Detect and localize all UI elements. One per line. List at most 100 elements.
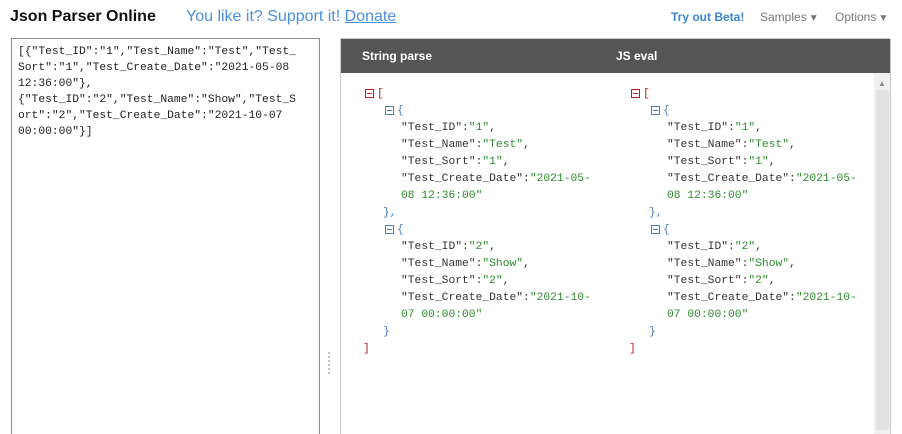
tab-js-eval[interactable]: JS eval	[616, 49, 657, 63]
json-key: "Test_Create_Date"	[401, 292, 524, 304]
options-dropdown[interactable]: Options ▼	[835, 10, 888, 24]
json-string-value: "Show"	[748, 258, 790, 270]
json-comma: ,	[502, 275, 510, 287]
json-key-value-row: "Test_Create_Date":"2021-10-	[401, 291, 591, 305]
collapse-minus-icon[interactable]	[651, 106, 660, 115]
object-close-brace: },	[383, 207, 397, 219]
json-comma: ,	[489, 122, 496, 134]
json-string-value: "1"	[734, 122, 756, 134]
chevron-down-icon: ▼	[808, 13, 819, 24]
support-text: You like it? Support it!	[186, 8, 341, 25]
json-key: "Test_ID"	[667, 241, 729, 253]
json-key-value-row: "Test_ID":"2",	[401, 240, 496, 254]
json-string-value: 08 12:36:00"	[667, 190, 749, 202]
input-line: [{"Test_ID":"1","Test_Name":"Test","Test…	[18, 46, 296, 58]
json-input-text: [{"Test_ID":"1","Test_Name":"Test","Test…	[18, 44, 319, 140]
json-colon: :	[462, 122, 469, 134]
output-tab-bar: String parse JS eval	[341, 39, 890, 73]
json-string-value: "Test"	[748, 139, 790, 151]
json-key-value-row: "Test_Name":"Show",	[401, 257, 530, 271]
json-key: "Test_Sort"	[401, 275, 476, 287]
json-string-value: "2"	[734, 241, 756, 253]
json-string-value: "2"	[482, 275, 503, 287]
json-key: "Test_ID"	[667, 122, 729, 134]
object-open-brace: {	[397, 105, 404, 117]
app-title: Json Parser Online	[10, 8, 156, 25]
object-close-brace: },	[649, 207, 663, 219]
array-open-bracket: [	[377, 88, 384, 100]
samples-dropdown[interactable]: Samples ▼	[760, 10, 819, 24]
json-key-value-row: "Test_Create_Date":"2021-10-	[667, 291, 857, 305]
json-key: "Test_Name"	[667, 258, 742, 270]
json-string-value: 08 12:36:00"	[401, 190, 483, 202]
vertical-scrollbar[interactable]: ▲	[874, 73, 890, 434]
json-key: "Test_Create_Date"	[401, 173, 524, 185]
json-comma: ,	[523, 258, 530, 270]
json-colon: :	[789, 292, 796, 304]
object-open-brace: {	[663, 224, 670, 236]
json-key: "Test_Sort"	[401, 156, 476, 168]
json-key-value-row: "Test_Sort":"1",	[401, 155, 509, 169]
object-close-brace: }	[383, 326, 390, 338]
json-key-value-row: "Test_Create_Date":"2021-05-	[401, 172, 591, 186]
scroll-up-arrow-icon[interactable]: ▲	[878, 79, 886, 88]
tab-string-parse[interactable]: String parse	[362, 49, 432, 63]
try-beta-link[interactable]: Try out Beta!	[671, 10, 744, 24]
json-key-value-row: "Test_ID":"1",	[401, 121, 496, 135]
json-colon: :	[523, 292, 530, 304]
json-string-value: "1"	[468, 122, 490, 134]
json-comma: ,	[789, 258, 796, 270]
json-string-value: "Test"	[482, 139, 524, 151]
json-key-value-row: "Test_ID":"1",	[667, 121, 762, 135]
json-input-textarea[interactable]: [{"Test_ID":"1","Test_Name":"Test","Test…	[11, 38, 320, 434]
input-line: Sort":"1","Test_Create_Date":"2021-05-08	[18, 62, 290, 74]
pane-splitter-handle[interactable]	[327, 352, 331, 380]
collapse-minus-icon[interactable]	[385, 225, 394, 234]
donate-link[interactable]: Donate	[345, 8, 397, 25]
json-key-value-row: "Test_ID":"2",	[667, 240, 762, 254]
json-key: "Test_Name"	[401, 139, 476, 151]
json-key-value-row: "Test_Create_Date":"2021-05-	[667, 172, 857, 186]
json-key-value-row: "Test_Name":"Test",	[667, 138, 796, 152]
options-label: Options	[835, 10, 877, 24]
json-key: "Test_Name"	[667, 139, 742, 151]
json-key: "Test_ID"	[401, 122, 463, 134]
json-value-continuation: 07 00:00:00"	[667, 308, 748, 322]
json-key: "Test_Sort"	[667, 275, 742, 287]
json-key: "Test_Create_Date"	[667, 173, 790, 185]
samples-label: Samples	[760, 10, 807, 24]
json-key-value-row: "Test_Name":"Show",	[667, 257, 796, 271]
scrollbar-thumb[interactable]	[876, 90, 889, 430]
json-key-value-row: "Test_Sort":"2",	[401, 274, 509, 288]
json-string-value: 07 00:00:00"	[401, 309, 483, 321]
json-comma: ,	[489, 241, 496, 253]
object-open-brace: {	[663, 105, 670, 117]
json-comma: ,	[768, 156, 776, 168]
array-open-bracket: [	[643, 88, 650, 100]
input-line: ort":"2","Test_Create_Date":"2021-10-07	[18, 110, 283, 122]
json-value-continuation: 08 12:36:00"	[401, 189, 482, 203]
top-bar: Json Parser Online You like it? Support …	[0, 0, 902, 36]
json-comma: ,	[755, 122, 762, 134]
array-close-bracket: ]	[629, 343, 636, 355]
collapse-minus-icon[interactable]	[651, 225, 660, 234]
collapse-minus-icon[interactable]	[631, 89, 640, 98]
input-line: 12:36:00"},	[18, 78, 93, 90]
json-key: "Test_ID"	[401, 241, 463, 253]
json-key-value-row: "Test_Sort":"1",	[667, 155, 775, 169]
json-string-value: "2"	[748, 275, 769, 287]
collapse-minus-icon[interactable]	[365, 89, 374, 98]
json-comma: ,	[502, 156, 510, 168]
json-string-value: "2"	[468, 241, 490, 253]
collapse-minus-icon[interactable]	[385, 106, 394, 115]
json-key: "Test_Name"	[401, 258, 476, 270]
json-key: "Test_Create_Date"	[667, 292, 790, 304]
json-string-value: "Show"	[482, 258, 524, 270]
input-line: 00:00:00"}]	[18, 126, 93, 138]
json-string-value: "2021-10-	[529, 292, 591, 304]
json-colon: :	[462, 241, 469, 253]
output-panel: String parse JS eval [{"Test_ID":"1", "Te…	[340, 38, 891, 434]
json-string-value: "2021-05-	[795, 173, 857, 185]
support-message: You like it? Support it! Donate	[186, 8, 396, 26]
json-comma: ,	[768, 275, 776, 287]
